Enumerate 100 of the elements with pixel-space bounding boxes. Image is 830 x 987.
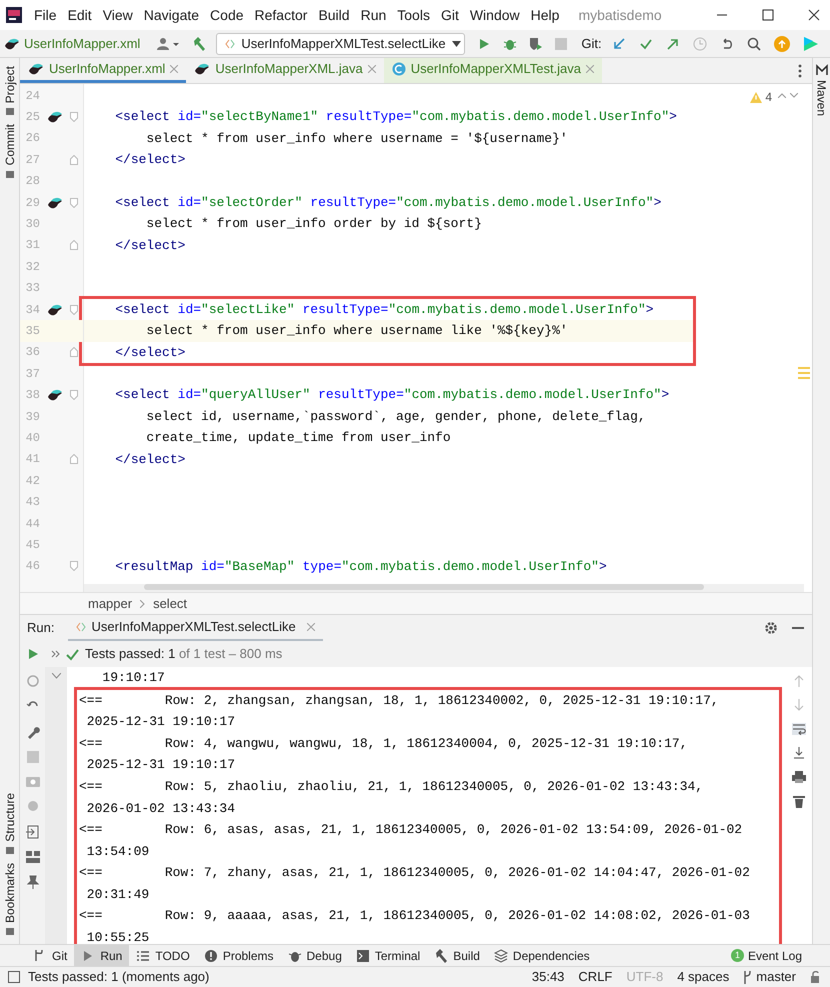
console-line: 2025-12-31 19:10:17 <box>86 756 236 774</box>
maximize-icon[interactable] <box>762 9 774 21</box>
check-icon <box>66 648 79 660</box>
tool-window-button[interactable]: Run <box>74 945 130 966</box>
arrow-up-icon[interactable] <box>794 675 804 687</box>
layout-icon[interactable] <box>26 851 40 863</box>
event-log-button[interactable]: 1 Event Log <box>730 946 802 964</box>
run-tab[interactable]: UserInfoMapperXMLTest.selectLike <box>68 615 323 641</box>
tool-window-button[interactable]: Build <box>427 945 487 966</box>
app-logo-icon <box>6 7 22 23</box>
menu-item[interactable]: Window <box>470 4 520 26</box>
editor-tab[interactable]: UserInfoMapperXMLTest.java <box>384 58 602 83</box>
menu-item[interactable]: Help <box>530 4 560 26</box>
side-tab[interactable]: Commit <box>0 124 18 166</box>
scroll-end-icon[interactable] <box>793 747 805 759</box>
check-icon[interactable] <box>638 36 653 50</box>
chevron-down-icon[interactable] <box>790 93 798 98</box>
status-message: Tests passed: 1 (moments ago) <box>28 968 210 986</box>
code-line: select * from user_info where username like '%${key}%' <box>145 322 568 340</box>
update-icon[interactable] <box>774 36 790 52</box>
line-number: 29 <box>24 194 40 212</box>
scrollbar-marks-icon <box>798 367 810 381</box>
code-line: select id, username,`password`, age, gender, phone, delete_flag, <box>145 408 646 426</box>
search-icon[interactable] <box>746 36 761 50</box>
toolbox-icon[interactable] <box>802 36 819 52</box>
tool-window-button[interactable]: Problems <box>196 945 280 966</box>
stop-icon[interactable] <box>26 751 38 763</box>
fold-icon[interactable] <box>70 454 78 464</box>
menu-item[interactable]: Git <box>440 4 459 26</box>
breadcrumb-item[interactable]: mapper <box>88 594 132 614</box>
more-icon[interactable] <box>798 64 802 78</box>
maven-icon[interactable] <box>816 64 828 76</box>
lock-icon[interactable] <box>810 971 822 983</box>
run-config-dropdown[interactable]: UserInfoMapperXMLTest.selectLike <box>216 32 466 54</box>
menu-item[interactable]: Run <box>360 4 386 26</box>
camera-icon[interactable] <box>26 775 40 787</box>
indent-setting[interactable]: 4 spaces <box>677 967 730 987</box>
console-line: 19:10:17 <box>101 669 165 687</box>
line-separator[interactable]: CRLF <box>578 967 612 987</box>
editor-tab[interactable]: UserInfoMapperXML.java <box>186 58 384 83</box>
side-tab[interactable]: Structure <box>0 793 18 842</box>
arrow-up-right-icon[interactable] <box>666 36 680 50</box>
fold-icon[interactable] <box>70 304 78 315</box>
hammer-icon[interactable] <box>192 36 206 50</box>
code-line: </select> <box>114 151 186 170</box>
scrollbar-thumb[interactable] <box>144 584 704 590</box>
chevron-up-icon[interactable] <box>778 93 786 98</box>
soft-wrap-icon[interactable] <box>792 723 806 735</box>
trash-icon[interactable] <box>793 795 805 808</box>
fold-icon[interactable] <box>70 112 78 122</box>
clock-icon[interactable] <box>692 36 707 50</box>
fold-icon[interactable] <box>70 390 78 400</box>
stop-icon[interactable] <box>555 38 568 50</box>
tool-window-button[interactable]: Debug <box>280 945 349 966</box>
fold-icon[interactable] <box>70 198 78 208</box>
menu-item[interactable]: Build <box>318 4 350 26</box>
shield-play-icon[interactable] <box>529 36 544 50</box>
wrench-icon[interactable] <box>26 725 40 739</box>
chevron-down-icon[interactable] <box>52 673 60 679</box>
menu-item[interactable]: Edit <box>68 4 92 26</box>
console-line: <== Row: 9, aaaaa, asas, 21, 1, 18612340005, 0, 2026-01-02 14:08:02, 2026-01-03 <box>79 907 750 926</box>
login-icon[interactable] <box>26 825 40 839</box>
print-icon[interactable] <box>792 771 806 783</box>
panel-toggle-icon[interactable] <box>8 971 20 983</box>
side-tab[interactable]: Project <box>0 66 18 104</box>
menu-item[interactable]: Navigate <box>144 4 200 26</box>
play-icon[interactable] <box>477 36 492 50</box>
tool-window-button[interactable]: Dependencies <box>486 945 597 966</box>
tool-window-button[interactable]: TODO <box>129 945 197 966</box>
menu-item[interactable]: Code <box>210 4 244 26</box>
user-dropdown-icon[interactable] <box>156 36 180 50</box>
branch-widget[interactable]: master <box>743 967 796 987</box>
line-number: 27 <box>24 152 40 169</box>
menu-item[interactable]: Tools <box>397 4 430 26</box>
line-number: 24 <box>24 88 40 105</box>
line-number: 26 <box>24 130 40 148</box>
arrow-down-icon[interactable] <box>794 699 804 711</box>
menu-item[interactable]: View <box>102 4 133 26</box>
fold-icon[interactable] <box>70 240 78 250</box>
fold-icon[interactable] <box>70 154 78 165</box>
menu-item[interactable]: Refactor <box>254 4 308 26</box>
settings-icon[interactable] <box>764 621 778 635</box>
warning-icon[interactable] <box>750 92 762 102</box>
line-number: 25 <box>24 109 40 126</box>
cursor-position[interactable]: 35:43 <box>532 967 564 987</box>
tool-window-icon <box>4 168 14 179</box>
close-icon[interactable] <box>808 9 820 21</box>
warning-count[interactable]: 4 <box>765 88 772 106</box>
tool-window-button[interactable]: Terminal <box>348 945 428 966</box>
fold-icon[interactable] <box>70 347 78 358</box>
double-chevron-icon[interactable] <box>51 650 60 658</box>
fold-icon[interactable] <box>70 561 78 572</box>
side-tab[interactable]: Maven <box>812 80 830 116</box>
file-name[interactable]: UserInfoMapper.xml <box>24 34 140 54</box>
side-tab[interactable]: Bookmarks <box>0 862 18 923</box>
pin-icon[interactable] <box>26 875 38 889</box>
arrow-down-left-icon[interactable] <box>612 36 626 50</box>
breadcrumb-item[interactable]: select <box>153 594 188 614</box>
menu-item[interactable]: File <box>34 4 57 26</box>
tool-window-button[interactable]: Git <box>26 945 74 966</box>
